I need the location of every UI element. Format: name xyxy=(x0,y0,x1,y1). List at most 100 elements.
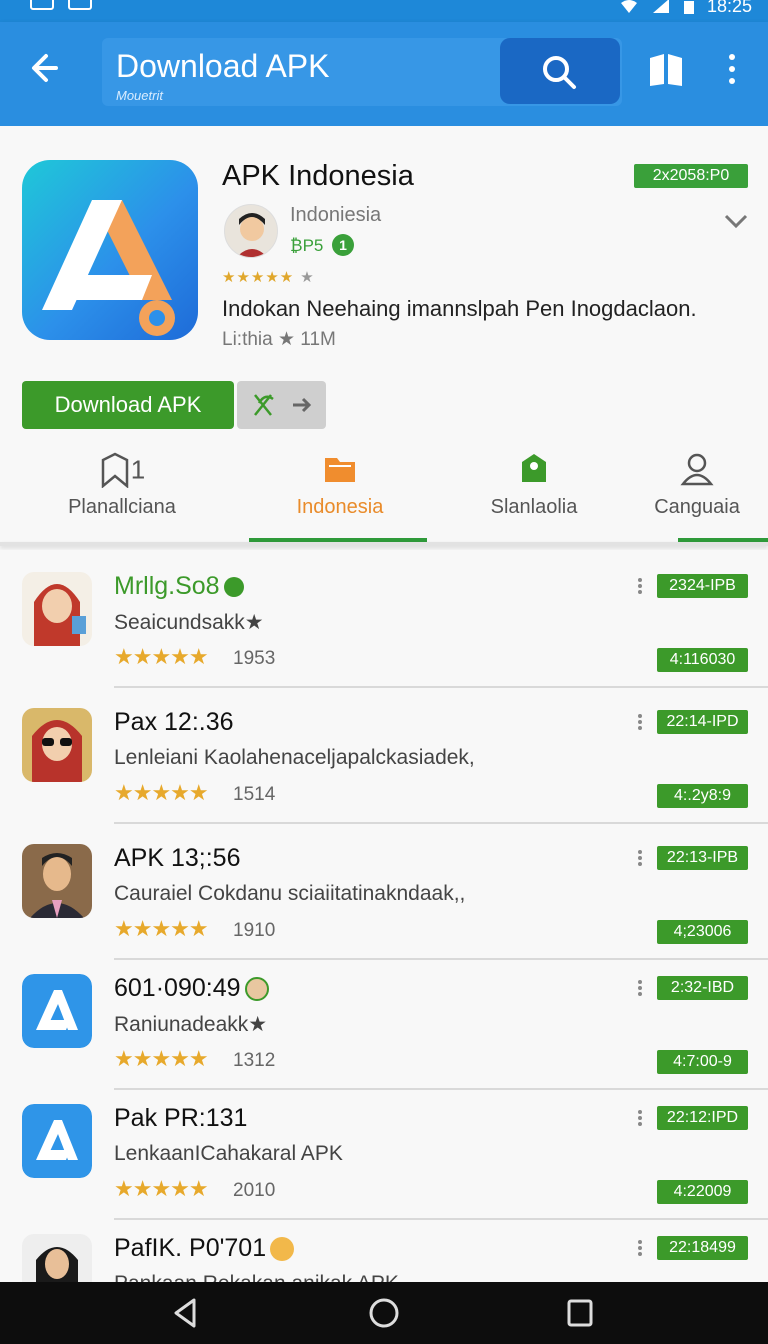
item-title: APK 13;:56 xyxy=(114,844,241,872)
arrow-left-icon[interactable] xyxy=(22,48,70,96)
tab-slanlaolia[interactable]: Slanlaolia xyxy=(452,446,616,546)
item-title: PafIK. P0'701 xyxy=(114,1234,295,1263)
tab-label: Canguaia xyxy=(654,496,740,518)
book-icon[interactable] xyxy=(646,50,686,90)
item-badge: 4:116030 xyxy=(657,648,748,672)
search-button[interactable] xyxy=(500,38,620,104)
app-bar: Download APK Mouetrit xyxy=(0,22,768,126)
item-stars: ★★★★★ xyxy=(114,644,209,669)
list-item[interactable]: Mrllg.So8 Seaicundsakk★ ★★★★★ 1953 2324-… xyxy=(0,550,768,688)
status-time: 18:25 xyxy=(706,0,752,16)
battery-icon xyxy=(683,0,694,14)
verified-icon xyxy=(223,577,244,598)
tab-label: Indonesia xyxy=(296,496,384,518)
nav-back-icon[interactable] xyxy=(166,1296,206,1330)
app-description: Indokan Neehaing imannslpah Pen Inogdacl… xyxy=(222,296,697,321)
tab-label: Slanlaolia xyxy=(490,496,578,518)
app-name: APK Indonesia xyxy=(222,160,414,192)
item-subtitle: Raniunadeakk★ xyxy=(114,1013,268,1036)
item-subtitle: LenkaanICahakaral APK xyxy=(114,1142,343,1165)
item-badge: 22:13-IPB xyxy=(657,846,748,870)
item-badge: 2324-IPB xyxy=(657,574,748,598)
list-item[interactable]: 601·090:49 Raniunadeakk★ ★★★★★ 1312 2:32… xyxy=(0,952,768,1090)
item-badge: 22:12:IPD xyxy=(657,1106,748,1130)
notification-icon xyxy=(68,0,92,10)
folder-icon xyxy=(325,458,355,482)
share-icon xyxy=(254,394,312,416)
woman-avatar-icon xyxy=(22,1234,92,1282)
man-avatar-icon xyxy=(22,844,92,918)
share-button[interactable] xyxy=(237,381,326,429)
more-vert-icon[interactable] xyxy=(718,48,746,92)
item-subtitle: Lenleiani Kaolahenaceljapalckasiadek, xyxy=(114,746,475,769)
developer-name[interactable]: Indoniesia xyxy=(290,204,381,227)
app-list[interactable]: Mrllg.So8 Seaicundsakk★ ★★★★★ 1953 2324-… xyxy=(0,550,768,1282)
list-item[interactable]: APK 13;:56 Cauraiel Cokdanu sciaiitatina… xyxy=(0,822,768,960)
item-title: 601·090:49 xyxy=(114,974,269,1003)
list-item[interactable]: Pak PR:131 LenkaanICahakaral APK ★★★★★ 2… xyxy=(0,1082,768,1220)
developer-avatar xyxy=(224,204,278,258)
signal-icon xyxy=(652,0,669,13)
app-logo-icon xyxy=(22,160,198,340)
app-meta: Li:thia ★ 11M xyxy=(222,329,336,350)
page-subtitle: Mouetrit xyxy=(116,88,163,103)
nav-recents-icon[interactable] xyxy=(560,1296,600,1330)
item-rating-count: 2010 xyxy=(233,1180,276,1201)
item-badge: 4;23006 xyxy=(657,920,748,944)
more-vert-icon[interactable] xyxy=(636,1238,644,1260)
item-stars: ★★★★★ xyxy=(114,780,209,805)
tab-bar: 1 Planallciana Indonesia Slanlaolia Cang… xyxy=(0,446,768,546)
item-stars: ★★★★★ xyxy=(114,1046,209,1071)
verified-badge: 1 xyxy=(332,234,354,256)
notification-icon xyxy=(30,0,54,10)
app-header: APK Indonesia 2x2058:P0 Indoniesia ₿P5 1… xyxy=(0,126,768,546)
item-subtitle: Seaicundsakk★ xyxy=(114,611,264,634)
hijab-avatar-icon xyxy=(22,572,92,646)
divider xyxy=(0,542,768,546)
more-vert-icon[interactable] xyxy=(636,848,644,870)
list-item[interactable]: PafIK. P0'701 Pankaan Rekakan anikak APK… xyxy=(0,1212,768,1282)
download-apk-button[interactable]: Download APK xyxy=(22,381,234,429)
tab-planallciana[interactable]: 1 Planallciana xyxy=(40,446,204,546)
item-rating-count: 1910 xyxy=(233,920,276,941)
chevron-down-icon[interactable] xyxy=(722,206,750,234)
tag-icon xyxy=(522,454,546,482)
sunglasses-avatar-icon xyxy=(22,708,92,782)
item-badge: 22:14-IPD xyxy=(657,710,748,734)
tab-canguaia[interactable]: Canguaia xyxy=(626,446,768,546)
item-title: Mrllg.So8 xyxy=(114,572,244,601)
person-icon xyxy=(680,453,714,486)
page-title: Download APK xyxy=(116,48,330,84)
item-badge: 2:32-IBD xyxy=(657,976,748,1000)
tab-label: Planallciana xyxy=(68,496,176,518)
system-nav-bar xyxy=(0,1282,768,1344)
tab-count: 1 xyxy=(130,454,146,485)
item-badge: 4:7:00-9 xyxy=(657,1050,748,1074)
developer-tag: ₿P5 xyxy=(290,236,324,255)
more-vert-icon[interactable] xyxy=(636,978,644,1000)
item-badge: 22:18499 xyxy=(657,1236,748,1260)
tab-indonesia[interactable]: Indonesia xyxy=(258,446,422,546)
search-icon xyxy=(543,56,576,89)
item-subtitle: Pankaan Rekakan anikak APK xyxy=(114,1272,399,1282)
more-vert-icon[interactable] xyxy=(636,712,644,734)
item-stars: ★★★★★ xyxy=(114,1176,209,1201)
rating-stars: ★★★★★ ★ xyxy=(222,269,315,286)
bookmark-icon xyxy=(101,452,129,489)
item-title: Pak PR:131 xyxy=(114,1104,248,1132)
avatar xyxy=(270,1237,295,1262)
size-badge: 2x2058:P0 xyxy=(634,164,748,188)
more-vert-icon[interactable] xyxy=(636,576,644,598)
avatar xyxy=(244,977,269,1002)
nav-home-icon[interactable] xyxy=(364,1296,404,1330)
item-rating-count: 1312 xyxy=(233,1050,276,1071)
more-vert-icon[interactable] xyxy=(636,1108,644,1130)
status-bar: 18:25 xyxy=(0,0,768,22)
item-badge: 4:22009 xyxy=(657,1180,748,1204)
item-stars: ★★★★★ xyxy=(114,916,209,941)
list-item[interactable]: Pax 12:.36 Lenleiani Kaolahenaceljapalck… xyxy=(0,686,768,824)
status-notification-icons xyxy=(30,0,92,10)
apk-logo-icon xyxy=(22,1104,92,1178)
item-subtitle: Cauraiel Cokdanu sciaiitatinakndaak,, xyxy=(114,882,466,905)
item-badge: 4:.2y8:9 xyxy=(657,784,748,808)
